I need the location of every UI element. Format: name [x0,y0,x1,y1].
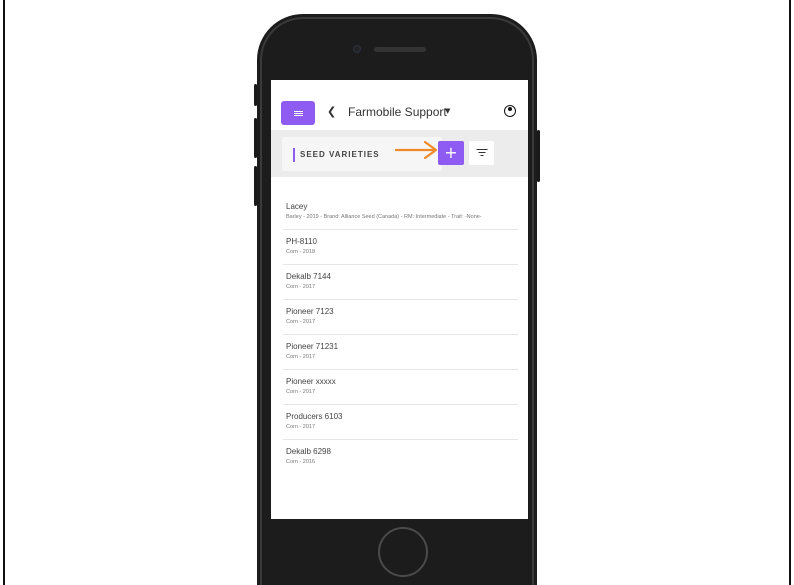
section-title-accent-bar [293,148,295,162]
phone-home-button [378,527,428,577]
list-item-details: Barley - 2019 - Brand: Alliance Seed (Ca… [286,214,482,220]
list-item[interactable]: Producers 6103 Corn - 2017 [283,405,518,440]
list-item[interactable]: PH-8110 Corn - 2018 [283,230,518,265]
list-item[interactable]: Pioneer xxxxx Corn - 2017 [283,370,518,405]
account-circle-icon[interactable] [504,105,516,117]
list-item-name: Dekalb 6298 [286,447,331,456]
app-header: ❮ Farmobile Support ▼ [271,80,528,130]
list-item-details: Corn - 2017 [286,284,316,290]
hamburger-menu-icon [293,110,303,116]
list-item[interactable]: Dekalb 6298 Corn - 2016 [283,440,518,474]
list-item-details: Corn - 2017 [286,354,316,360]
list-item-details: Corn - 2017 [286,389,316,395]
seed-variety-list: Lacey Barley - 2019 - Brand: Alliance Se… [283,195,518,474]
list-item-details: Corn - 2018 [286,249,316,255]
phone-device: ❮ Farmobile Support ▼ SEED VARIETIES + L… [254,14,540,585]
list-item-details: Corn - 2017 [286,319,316,325]
list-item-details: Corn - 2016 [286,459,316,465]
phone-volume-up-button [254,118,257,158]
list-item-name: Pioneer xxxxx [286,377,336,386]
earpiece-speaker [374,47,426,52]
list-item[interactable]: Lacey Barley - 2019 - Brand: Alliance Se… [283,195,518,230]
phone-screen: ❮ Farmobile Support ▼ SEED VARIETIES + L… [271,80,528,519]
front-camera [353,45,361,53]
list-item[interactable]: Pioneer 7123 Corn - 2017 [283,300,518,335]
frame-border-right [789,0,791,585]
list-item-name: Producers 6103 [286,412,343,421]
app-title[interactable]: Farmobile Support [348,105,447,119]
list-item-name: Dekalb 7144 [286,272,331,281]
phone-power-button [537,130,540,182]
plus-icon: + [444,143,458,162]
list-item[interactable]: Dekalb 7144 Corn - 2017 [283,265,518,300]
section-title: SEED VARIETIES [300,150,380,159]
phone-volume-down-button [254,166,257,206]
chevron-left-icon[interactable]: ❮ [327,105,336,118]
list-item-name: Pioneer 7123 [286,307,334,316]
add-seed-variety-button[interactable]: + [438,141,464,165]
list-item-details: Corn - 2017 [286,424,316,430]
arrow-right-icon [395,140,438,160]
frame-border-left [3,0,5,585]
caret-down-icon[interactable]: ▼ [445,107,450,115]
list-item-name: Pioneer 71231 [286,342,339,351]
menu-button[interactable] [281,101,315,125]
filter-button[interactable] [469,141,494,165]
list-item-name: PH-8110 [286,237,317,246]
phone-mute-switch [254,84,257,106]
list-item[interactable]: Pioneer 71231 Corn - 2017 [283,335,518,370]
list-item-name: Lacey [286,202,308,211]
